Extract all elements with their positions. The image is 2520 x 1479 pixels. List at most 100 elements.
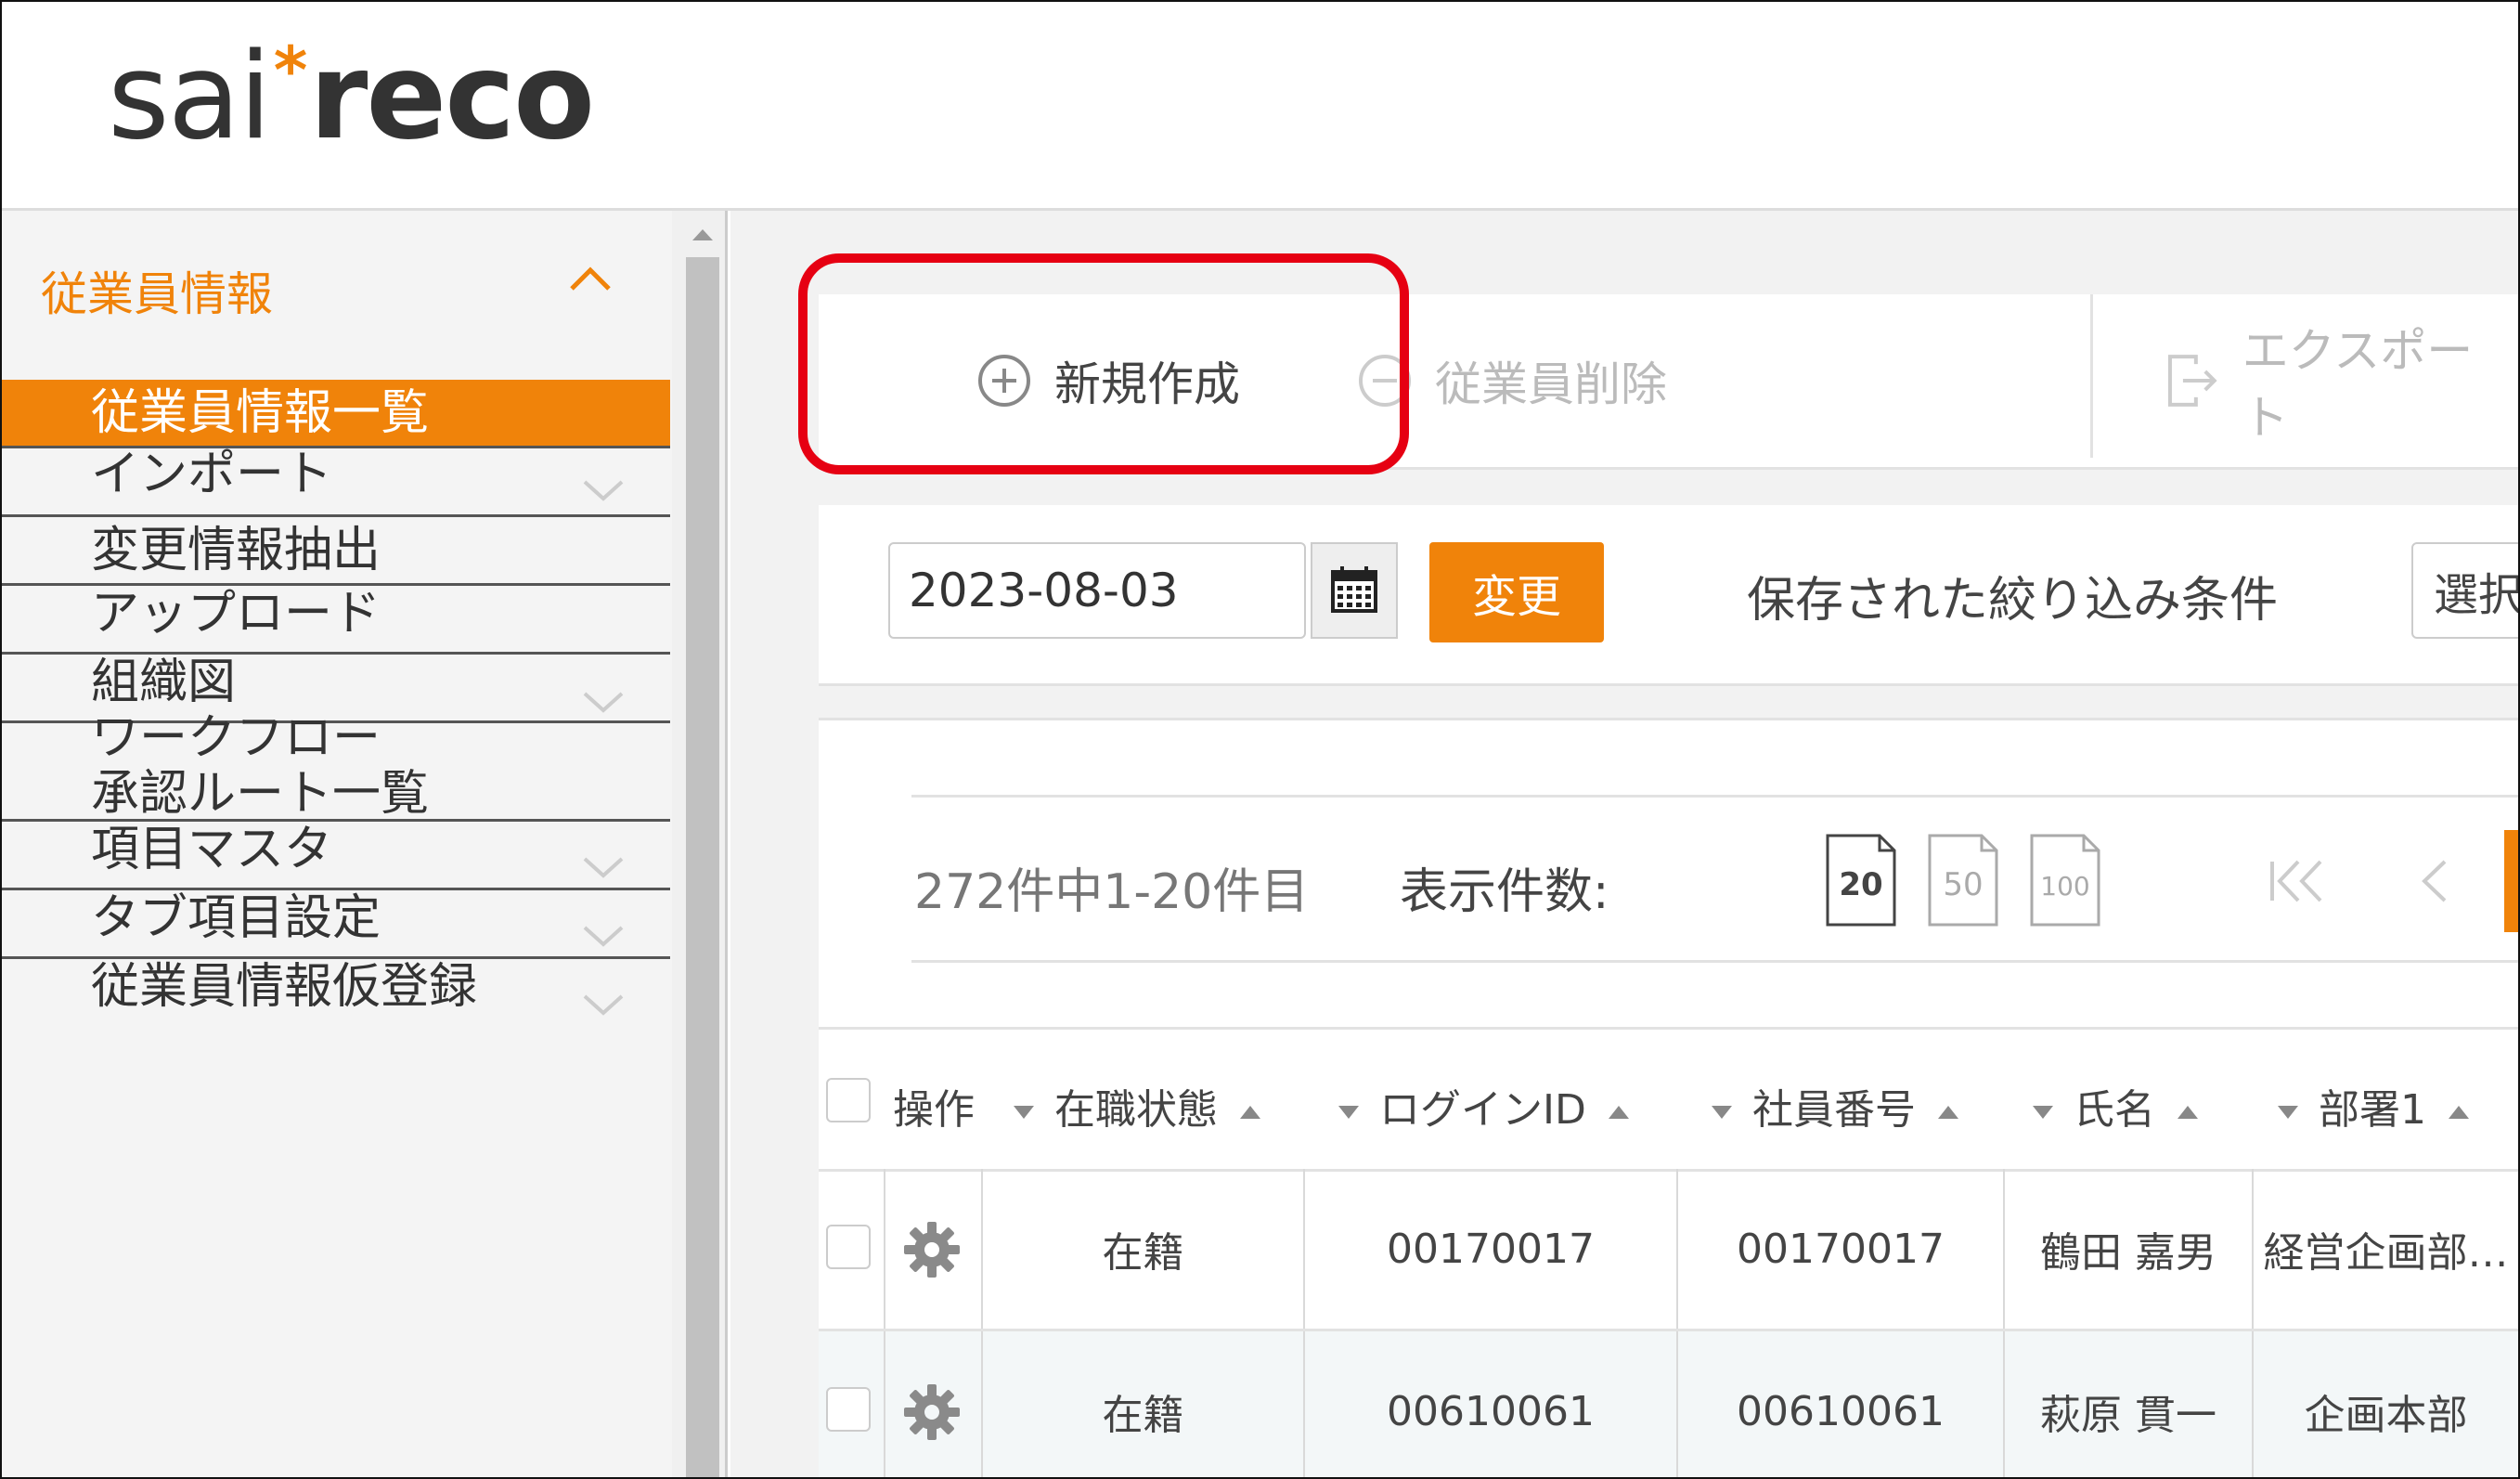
column-header-login-id-label: ログインID: [1379, 1086, 1586, 1134]
cell-department: 経営企画部…: [2263, 1229, 2509, 1277]
cell-status: 在籍: [1102, 1229, 1184, 1277]
page-size-50-icon: 50: [1928, 834, 1998, 927]
per-page-option-20-label: 20: [1839, 866, 1882, 903]
page-size-20-icon: 20: [1826, 834, 1896, 927]
cell-department: 企画本部: [2304, 1392, 2468, 1439]
gear-icon[interactable]: [902, 1382, 962, 1442]
chevron-down-icon: [583, 480, 624, 501]
filter-bar: 変更 保存された絞り込み条件 選択: [819, 505, 2518, 686]
export-button[interactable]: エクスポート: [2165, 294, 2518, 467]
row-checkbox[interactable]: [826, 1225, 871, 1269]
sort-desc-icon[interactable]: [2278, 1106, 2298, 1119]
table-header: 操作 在職状態 ログインID 社員番号 氏名 部署1: [819, 1027, 2518, 1172]
sidebar-item-temp-registration[interactable]: 従業員情報仮登録: [2, 959, 670, 1033]
column-header-employee-number[interactable]: 社員番号: [1712, 1076, 1958, 1135]
column-header-status-label: 在職状態: [1054, 1086, 1218, 1134]
scroll-up-arrow-icon[interactable]: [692, 229, 713, 240]
record-count-text: 272件中1-20件目: [914, 864, 1310, 920]
per-page-option-20[interactable]: 20: [1826, 834, 1896, 927]
saved-conditions-label: 保存された絞り込み条件: [1747, 573, 2279, 629]
sidebar-item-label: インポート: [91, 447, 333, 502]
sidebar-item-tab-settings[interactable]: タブ項目設定: [2, 890, 670, 959]
sidebar-item-change-extract[interactable]: 変更情報抽出: [2, 517, 670, 586]
app-window: sai * reco 従業員情報 従業員情報一覧 インポート 変更情報抽出 アップロ…: [0, 0, 2520, 1479]
employee-table-panel: 272件中1-20件目 表示件数: 20 50 100 操作 在職状態 ログイン…: [819, 718, 2518, 1477]
sort-desc-icon[interactable]: [1712, 1106, 1732, 1119]
sidebar-item-label: タブ項目設定: [91, 890, 381, 946]
column-header-login-id[interactable]: ログインID: [1338, 1076, 1629, 1135]
sidebar-item-import[interactable]: インポート: [2, 447, 670, 517]
select-all-checkbox[interactable]: [826, 1078, 871, 1122]
sort-asc-icon[interactable]: [1938, 1106, 1958, 1119]
cell-employee-number: 00170017: [1737, 1225, 1945, 1273]
per-page-option-100[interactable]: 100: [2030, 834, 2100, 927]
sidebar-item-employee-list[interactable]: 従業員情報一覧: [2, 380, 670, 448]
sort-desc-icon[interactable]: [1338, 1106, 1359, 1119]
sort-asc-icon[interactable]: [1240, 1106, 1260, 1119]
logo-part1: sai: [108, 27, 272, 166]
column-header-name[interactable]: 氏名: [2033, 1076, 2198, 1135]
sidebar-item-upload[interactable]: アップロード: [2, 586, 670, 655]
sidebar-item-field-master[interactable]: 項目マスタ: [2, 822, 670, 890]
sidebar-section-label: 従業員情報: [41, 267, 273, 321]
sort-asc-icon[interactable]: [2178, 1106, 2198, 1119]
per-page-option-50[interactable]: 50: [1928, 834, 1998, 927]
column-header-department[interactable]: 部署1: [2278, 1076, 2469, 1135]
logo-part2: reco: [309, 27, 595, 166]
sidebar-item-workflow-routes[interactable]: ワークフロー 承認ルート一覧: [2, 710, 670, 822]
row-checkbox[interactable]: [826, 1387, 871, 1432]
divider: [911, 960, 2518, 963]
sidebar-section-header[interactable]: 従業員情報: [2, 211, 670, 378]
sort-desc-icon[interactable]: [1014, 1106, 1034, 1119]
first-page-icon[interactable]: [2267, 858, 2332, 904]
sidebar-item-label: ワークフロー 承認ルート一覧: [91, 710, 430, 822]
calendar-button[interactable]: [1311, 542, 1398, 639]
delete-employee-label: 従業員削除: [1435, 357, 1667, 411]
cell-login-id: 00170017: [1387, 1225, 1595, 1273]
sort-asc-icon[interactable]: [1608, 1106, 1629, 1119]
header: sai * reco: [2, 2, 2518, 211]
change-date-button[interactable]: 変更: [1429, 542, 1604, 642]
sidebar-scrollbar-thumb[interactable]: [686, 257, 719, 1477]
gear-icon[interactable]: [902, 1220, 962, 1279]
per-page-option-100-label: 100: [2040, 871, 2089, 902]
per-page-option-50-label: 50: [1943, 866, 1983, 903]
cell-name: 萩原 貫一: [2040, 1392, 2216, 1439]
previous-page-icon[interactable]: [2415, 858, 2452, 904]
column-divider: [884, 1331, 885, 1477]
chevron-down-icon: [583, 857, 624, 878]
sort-desc-icon[interactable]: [2033, 1106, 2053, 1119]
cell-login-id: 00610061: [1387, 1387, 1595, 1435]
column-header-operation: 操作: [893, 1086, 975, 1134]
sidebar-item-label: アップロード: [91, 586, 381, 642]
sidebar-item-label: 組織図: [91, 655, 237, 710]
divider: [911, 795, 2518, 798]
saved-conditions-select-value: 選択: [2434, 569, 2520, 621]
date-field[interactable]: [888, 542, 1306, 639]
column-header-employee-number-label: 社員番号: [1752, 1086, 1916, 1134]
sidebar-item-label: 変更情報抽出: [91, 523, 381, 578]
table-row[interactable]: 在籍 00610061 00610061 萩原 貫一 企画本部: [819, 1331, 2518, 1477]
column-divider: [884, 1169, 885, 1329]
per-page-label: 表示件数:: [1400, 864, 1609, 920]
column-header-name-label: 氏名: [2074, 1086, 2155, 1134]
sidebar-item-label: 項目マスタ: [91, 822, 333, 877]
chevron-down-icon: [583, 692, 624, 713]
toolbar-divider: [2090, 294, 2093, 458]
export-icon: [2167, 355, 2217, 407]
calendar-icon: [1331, 566, 1377, 613]
chevron-up-icon[interactable]: [568, 257, 613, 302]
cell-status: 在籍: [1102, 1392, 1184, 1439]
table-row[interactable]: 在籍 00170017 00170017 鶴田 嘉男 経営企画部…: [819, 1169, 2518, 1331]
column-header-department-label: 部署1: [2319, 1086, 2426, 1134]
logo[interactable]: sai * reco: [108, 22, 595, 171]
sidebar-item-label: 従業員情報一覧: [91, 385, 430, 441]
pagination-current-indicator[interactable]: [2504, 830, 2518, 932]
saved-conditions-select[interactable]: 選択: [2411, 542, 2520, 639]
sidebar: 従業員情報 従業員情報一覧 インポート 変更情報抽出 アップロード 組織図 ワー…: [2, 211, 728, 1477]
column-header-status[interactable]: 在職状態: [1014, 1076, 1260, 1135]
sidebar-item-label: 従業員情報仮登録: [91, 959, 478, 1015]
page-size-100-icon: 100: [2030, 834, 2100, 927]
highlight-annotation: [798, 253, 1409, 474]
sort-asc-icon[interactable]: [2449, 1106, 2469, 1119]
